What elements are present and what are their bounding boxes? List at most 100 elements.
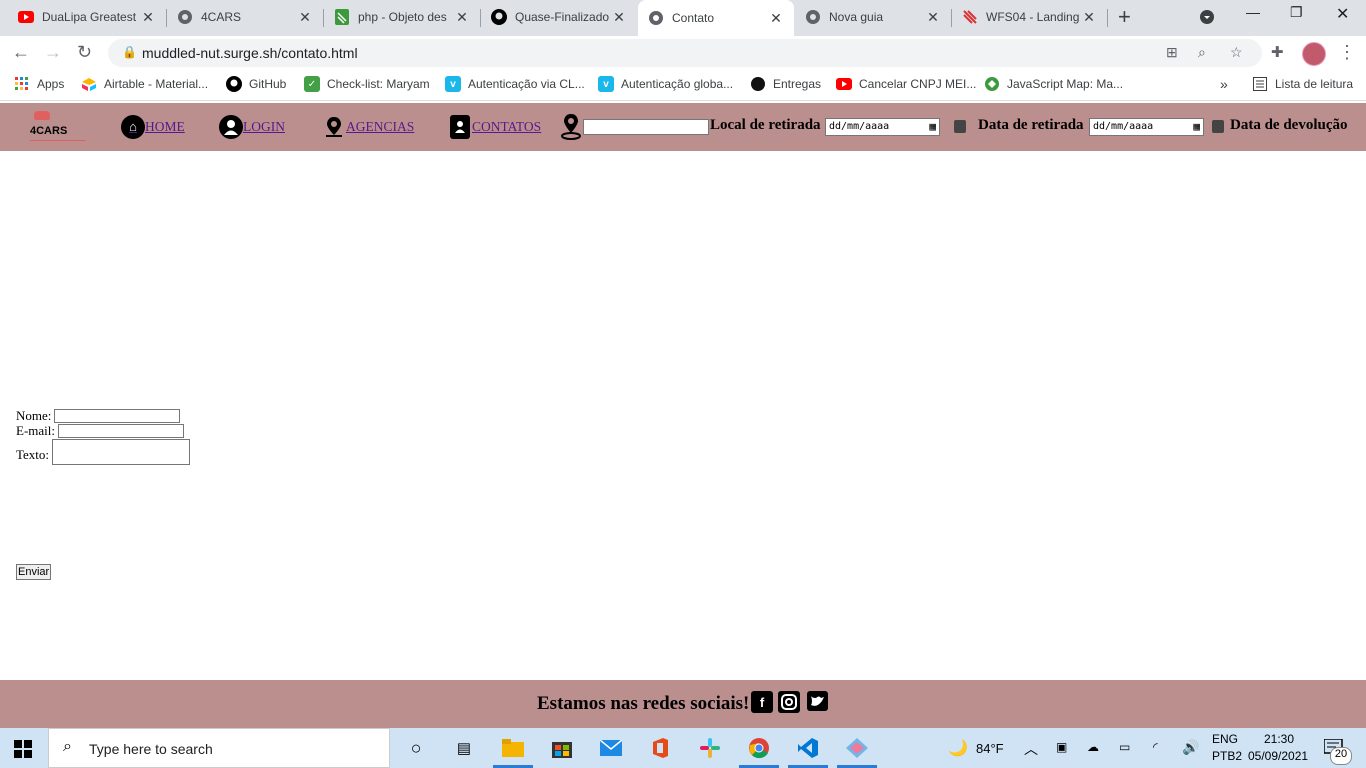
tab-php[interactable]: php - Objeto des ✕ [324,0,480,34]
cortana-icon[interactable]: ○ [405,737,427,759]
mail-icon[interactable] [600,737,622,759]
calendar-icon[interactable]: ▦ [1193,120,1200,133]
reload-button[interactable]: ↻ [77,42,92,63]
clock-date[interactable]: 05/09/2021 [1248,749,1308,763]
slack-icon[interactable] [699,737,721,759]
reading-list-label: Lista de leitura [1275,77,1354,91]
user-icon [219,115,243,139]
bookmark-entregas[interactable]: Entregas [750,76,821,92]
close-icon[interactable]: ✕ [768,10,784,27]
close-icon[interactable]: ✕ [140,9,156,26]
map-pin-icon [322,115,346,139]
forward-button[interactable]: → [44,42,62,63]
location-input[interactable] [583,119,709,135]
extensions-icon[interactable]: ✚ [1271,43,1284,61]
texto-textarea[interactable] [52,439,191,465]
nav-contatos[interactable]: CONTATOS [450,115,541,139]
tab-nova-guia[interactable]: Nova guia ✕ [795,0,951,34]
bookmark-checklist[interactable]: ✓ Check-list: Maryam [304,76,430,92]
nome-input[interactable] [54,409,181,423]
nav-agencias-label: AGENCIAS [346,119,415,134]
notification-count-badge[interactable]: 20 [1330,747,1352,765]
location-pin-icon [560,113,582,146]
close-icon[interactable]: ✕ [611,9,627,26]
wifi-icon[interactable]: ◜ [1153,740,1158,754]
bookmark-cancelar-cnpj[interactable]: Cancelar CNPJ MEI... [836,76,976,92]
clock-time[interactable]: 21:30 [1264,732,1294,746]
return-date-input[interactable]: dd/mm/aaaa ▦ [1089,118,1204,136]
nav-agencias[interactable]: AGENCIAS [322,115,414,139]
windows-start-icon[interactable] [14,740,32,758]
tab-github[interactable]: Quase-Finalizado ✕ [481,0,637,34]
volume-icon[interactable]: 🔊 [1182,739,1199,756]
keyboard-layout[interactable]: PTB2 [1212,749,1242,763]
nav-login[interactable]: LOGIN [219,115,285,139]
new-tab-button[interactable]: + [1118,4,1131,30]
chevron-up-icon[interactable]: ︿ [1024,739,1038,759]
tab-dualipa[interactable]: DuaLipa Greatest ✕ [8,0,166,34]
language-indicator[interactable]: ENG [1212,732,1238,746]
nav-home[interactable]: ⌂ HOME [121,115,185,139]
chrome-icon[interactable] [748,737,770,759]
address-bar[interactable]: 🔒 muddled-nut.surge.sh/contato.html ⊞ ⌕ … [108,39,1262,67]
apps-grid-icon [14,76,30,92]
close-icon[interactable]: ✕ [925,9,941,26]
calendar-icon[interactable]: ▦ [929,120,936,133]
avatar[interactable] [1302,42,1326,66]
file-explorer-icon[interactable] [502,737,524,759]
pickup-date-placeholder: dd/mm/aaaa [829,121,890,132]
tab-wfs04[interactable]: WFS04 - Landing ✕ [952,0,1107,34]
device-icon[interactable]: ▣ [1056,740,1067,754]
vscode-icon[interactable] [797,737,819,759]
send-button[interactable]: Enviar [16,564,52,580]
github-icon [491,9,507,25]
bookmark-javascript-map[interactable]: JavaScript Map: Ma... [984,76,1123,92]
window-close-button[interactable]: ✕ [1336,4,1349,24]
onedrive-icon[interactable]: ☁ [1087,740,1099,754]
tab-title: php - Objeto des [358,10,447,24]
weather-temp[interactable]: 84°F [976,741,1004,756]
taskbar: ⌕ Type here to search ○ ▤ 🌙 84°F ︿ ▣ ☁ ▭… [0,728,1366,768]
reading-list-button[interactable]: Lista de leitura [1252,76,1353,92]
back-button[interactable]: ← [12,42,30,63]
restore-button[interactable]: ❐ [1290,4,1303,21]
weather-icon[interactable]: 🌙 [948,738,968,758]
globe-icon [177,9,193,25]
bookmark-airtable[interactable]: Airtable - Material... [81,76,208,92]
tab-title: Contato [672,11,715,25]
logo[interactable]: 4CARS [30,111,86,143]
bookmark-autenticacao-global[interactable]: v Autenticação globa... [598,76,733,92]
battery-icon[interactable]: ▭ [1119,740,1130,754]
taskbar-search[interactable]: ⌕ Type here to search [48,728,390,768]
tab-4cars[interactable]: 4CARS ✕ [167,0,323,34]
store-icon[interactable] [551,737,573,759]
close-icon[interactable]: ✕ [1081,9,1097,26]
bookmark-github[interactable]: GitHub [226,76,286,92]
bookmark-autenticacao-cl[interactable]: v Autenticação via CL... [445,76,585,92]
close-icon[interactable]: ✕ [454,9,470,26]
minimize-button[interactable]: — [1246,4,1260,20]
task-view-icon[interactable]: ▤ [453,737,475,759]
logo-text: 4CARS [30,125,68,137]
email-input[interactable] [58,424,184,438]
more-bookmarks-icon[interactable]: » [1220,76,1228,92]
close-icon[interactable]: ✕ [297,9,313,26]
address-book-icon [450,115,470,139]
bookmark-apps[interactable]: Apps [14,76,64,92]
stack-icon [334,9,350,25]
pickup-date-input[interactable]: dd/mm/aaaa ▦ [825,118,940,136]
bookmark-label: Apps [37,77,65,91]
facebook-icon[interactable]: f [751,691,773,713]
footer-text: Estamos nas redes sociais! [537,693,750,714]
twitter-icon[interactable] [807,691,828,711]
tab-search-icon[interactable] [1199,9,1215,28]
tab-contato[interactable]: Contato ✕ [638,0,794,36]
office-icon[interactable] [649,737,671,759]
translate-icon[interactable]: ⊞ [1166,44,1178,61]
gitkraken-icon[interactable] [846,737,868,759]
bookmark-star-icon[interactable]: ☆ [1230,44,1243,61]
menu-icon[interactable]: ⋮ [1338,42,1356,63]
url-text[interactable]: muddled-nut.surge.sh/contato.html [142,45,358,61]
instagram-icon[interactable] [778,691,800,713]
zoom-icon[interactable]: ⌕ [1198,44,1206,61]
